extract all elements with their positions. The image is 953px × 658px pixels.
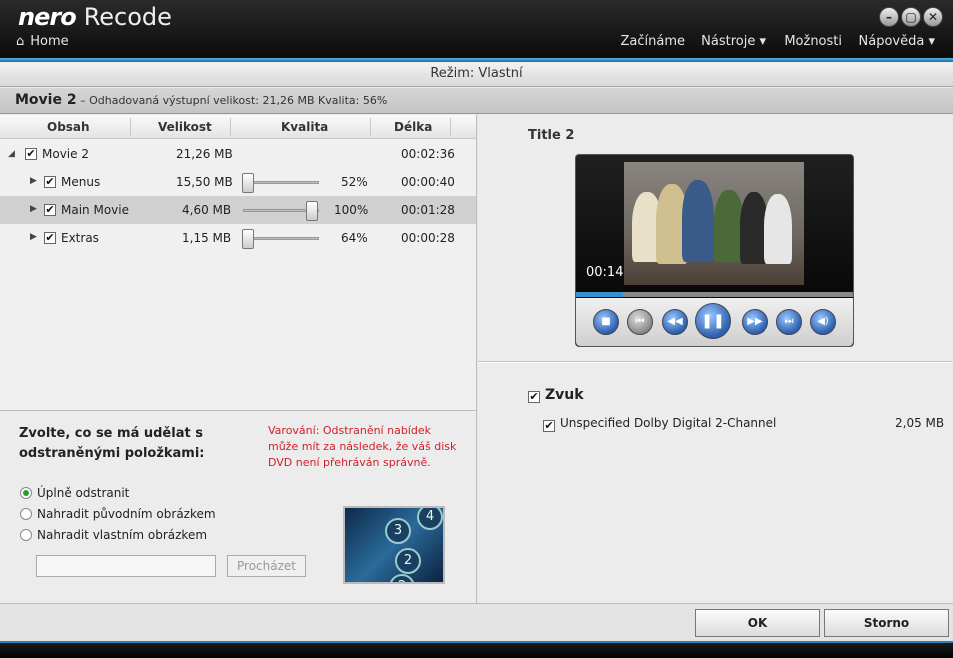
browse-button[interactable]: Procházet [227,555,306,577]
radio-icon[interactable] [20,487,32,499]
quality-slider[interactable] [242,229,319,249]
row-name: Movie 2 [42,147,89,161]
content-tree: Obsah Velikost Kvalita Délka ◢ ✔ Movie 2… [0,115,477,410]
table-row[interactable]: ◢ ✔ Movie 2 21,26 MB 00:02:36 [0,140,476,168]
radio-label: Nahradit vlastním obrázkem [37,528,208,542]
progress-fill [576,292,624,297]
app-name: Recode [83,3,172,31]
home-icon: ⌂ [16,34,25,49]
volume-icon[interactable]: ◀) [810,309,836,335]
info-bar: Movie 2 – Odhadovaná výstupní velikost: … [0,88,953,114]
removed-items-panel: Zvolte, co se má udělat s odstraněnými p… [0,410,477,603]
collapse-icon[interactable]: ◢ [8,149,15,159]
header-kvalita[interactable]: Kvalita [281,120,328,134]
checkbox[interactable]: ✔ [25,148,37,160]
audio-heading: Zvuk [545,387,584,403]
row-size: 1,15 MB [182,231,232,245]
row-length: 00:00:28 [401,231,455,245]
slider-thumb[interactable] [306,201,318,221]
expand-icon[interactable]: ▶ [30,176,37,186]
row-quality: 64% [341,231,368,245]
table-row[interactable]: ▶ ✔ Main Movie 4,60 MB 100% 00:01:28 [0,196,476,224]
movie-title: Movie 2 [15,92,77,108]
radio-remove[interactable]: Úplně odstranit [20,486,129,500]
row-name: Menus [61,175,101,189]
home-link[interactable]: ⌂ Home [16,34,69,49]
dialog-footer: OK Storno [0,603,953,641]
header-obsah[interactable]: Obsah [47,120,90,134]
quality-slider[interactable] [243,201,319,221]
preview-title: Title 2 [528,128,575,143]
next-icon[interactable]: ⏭ [776,309,802,335]
preview-panel: Title 2 00:14 ■ ⏮ ◀◀ ❚❚ ▶▶ ⏭ ◀) ✔ Zvuk ✔ U… [478,115,953,603]
audio-track[interactable]: ✔ Unspecified Dolby Digital 2-Channel [543,416,776,432]
video-player: 00:14 ■ ⏮ ◀◀ ❚❚ ▶▶ ⏭ ◀) [575,154,854,347]
playback-time: 00:14 [586,265,624,280]
status-bar [0,641,953,658]
fast-forward-icon[interactable]: ▶▶ [742,309,768,335]
menu-napoveda[interactable]: Nápověda ▾ [859,34,935,49]
quality-slider[interactable] [242,173,319,193]
track-size: 2,05 MB [895,416,945,430]
radio-original-image[interactable]: Nahradit původním obrázkem [20,507,216,521]
minimize-button[interactable]: – [879,7,899,27]
checkbox[interactable]: ✔ [44,176,56,188]
row-size: 4,60 MB [182,203,232,217]
row-length: 00:00:40 [401,175,455,189]
table-header: Obsah Velikost Kvalita Délka [0,115,476,139]
menu-nastroje[interactable]: Nástroje ▾ [701,34,766,49]
radio-icon[interactable] [20,529,32,541]
ok-button[interactable]: OK [695,609,820,637]
removed-question: Zvolte, co se má udělat s odstraněnými p… [19,426,205,461]
row-name: Main Movie [61,203,129,217]
video-frame [624,162,804,285]
row-quality: 100% [334,203,369,217]
row-size: 15,50 MB [176,175,233,189]
row-name: Extras [61,231,99,245]
divider [478,361,953,363]
checkbox[interactable]: ✔ [44,204,56,216]
row-quality: 52% [341,175,368,189]
checkbox[interactable]: ✔ [528,391,540,403]
checkbox[interactable]: ✔ [543,420,555,432]
expand-icon[interactable]: ▶ [30,204,37,214]
image-path-input[interactable] [36,555,216,577]
table-row[interactable]: ▶ ✔ Extras 1,15 MB 64% 00:00:28 [0,224,476,252]
stop-icon[interactable]: ■ [593,309,619,335]
previous-icon[interactable]: ⏮ [627,309,653,335]
app-brand: nero Recode [18,3,172,31]
track-name: Unspecified Dolby Digital 2-Channel [560,416,777,430]
restore-button[interactable]: ▢ [901,7,921,27]
checkbox[interactable]: ✔ [44,232,56,244]
row-length: 00:02:36 [401,147,455,161]
progress-bar[interactable] [576,292,853,297]
expand-icon[interactable]: ▶ [30,232,37,242]
nero-logo: nero [18,3,77,31]
audio-section[interactable]: ✔ Zvuk [528,387,584,403]
rewind-icon[interactable]: ◀◀ [662,309,688,335]
menu-preview-image: 3 4 2 2 [343,506,445,584]
radio-icon[interactable] [20,508,32,520]
close-button[interactable]: ✕ [923,7,943,27]
warning-text: Varování: Odstranění nabídek může mít za… [268,424,457,469]
header-velikost[interactable]: Velikost [158,120,212,134]
row-size: 21,26 MB [176,147,233,161]
home-label: Home [30,34,69,49]
player-controls: ■ ⏮ ◀◀ ❚❚ ▶▶ ⏭ ◀) [576,298,853,346]
row-length: 00:01:28 [401,203,455,217]
header-delka[interactable]: Délka [394,120,432,134]
movie-info: – Odhadovaná výstupní velikost: 21,26 MB… [80,94,388,107]
slider-thumb[interactable] [242,229,254,249]
menu-zaciname[interactable]: Začínáme [621,34,686,49]
pause-icon[interactable]: ❚❚ [695,303,731,339]
title-bar: nero Recode – ▢ ✕ ⌂ Home Začínáme Nástroje… [0,0,953,58]
radio-custom-image[interactable]: Nahradit vlastním obrázkem [20,528,207,542]
slider-thumb[interactable] [242,173,254,193]
table-row[interactable]: ▶ ✔ Menus 15,50 MB 52% 00:00:40 [0,168,476,196]
cancel-button[interactable]: Storno [824,609,949,637]
radio-label: Úplně odstranit [37,486,130,500]
menu-moznosti[interactable]: Možnosti [784,34,842,49]
mode-bar: Režim: Vlastní [0,62,953,87]
radio-label: Nahradit původním obrázkem [37,507,216,521]
